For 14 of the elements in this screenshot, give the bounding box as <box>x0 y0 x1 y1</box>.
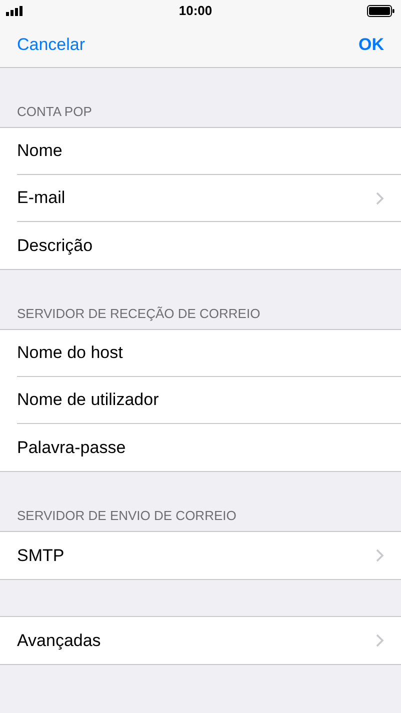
settings-row[interactable]: Descrição <box>17 222 401 269</box>
signal-icon <box>6 6 24 16</box>
settings-row[interactable]: Nome de utilizador <box>17 377 401 424</box>
battery-icon <box>367 5 395 17</box>
section-header: SERVIDOR DE ENVIO DE CORREIO <box>17 506 236 524</box>
section-header: SERVIDOR DE RECEÇÃO DE CORREIO <box>17 304 260 323</box>
cancel-button[interactable]: Cancelar <box>17 32 86 58</box>
settings-row[interactable]: Palavra-passe <box>17 424 401 471</box>
ok-button[interactable]: OK <box>358 32 384 58</box>
settings-row[interactable]: E-mail <box>17 175 401 222</box>
settings-row[interactable]: Nome do host <box>17 330 401 377</box>
status-time: 10:00 <box>178 2 212 20</box>
section-header: CONTA POP <box>17 102 92 120</box>
settings-row[interactable]: Nome <box>17 128 401 175</box>
